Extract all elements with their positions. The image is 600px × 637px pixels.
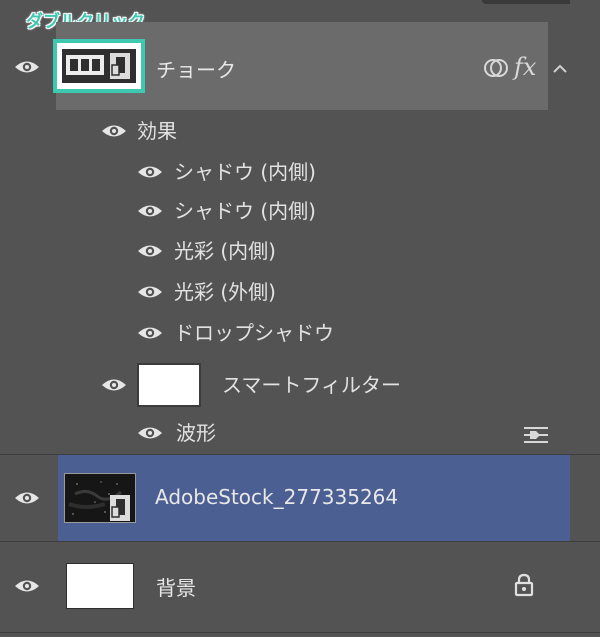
filter-options-icon[interactable]	[522, 425, 550, 449]
smart-filters-label[interactable]: スマートフィルター	[222, 369, 401, 398]
eye-icon[interactable]	[137, 425, 163, 441]
effect-drop-shadow[interactable]: ドロップシャドウ	[174, 317, 334, 346]
eye-icon[interactable]	[14, 578, 40, 594]
layer-name-adobestock[interactable]: AdobeStock_277335264	[155, 485, 398, 509]
eye-icon[interactable]	[137, 243, 163, 259]
layer-divider	[0, 632, 600, 633]
filter-wave[interactable]: 波形	[176, 417, 216, 446]
thumbnail-image	[62, 49, 136, 83]
layer-thumbnail-chalk[interactable]	[53, 39, 145, 93]
smart-object-icon	[110, 495, 130, 521]
eye-icon[interactable]	[137, 203, 163, 219]
effect-outer-glow[interactable]: 光彩 (外側)	[174, 276, 276, 305]
overlap-circles-icon[interactable]	[482, 55, 510, 85]
lock-icon[interactable]	[514, 573, 534, 601]
layers-panel: ダブルクリック チョーク fx 効果 シャドウ (内側) シャドウ (内	[0, 0, 600, 637]
effect-inner-shadow-1[interactable]: シャドウ (内側)	[174, 156, 316, 185]
layer-name-background[interactable]: 背景	[156, 572, 196, 601]
chalk-pattern	[66, 55, 104, 75]
eye-icon[interactable]	[101, 123, 127, 139]
layer-name-chalk[interactable]: チョーク	[156, 54, 236, 83]
eye-icon[interactable]	[137, 164, 163, 180]
eye-icon[interactable]	[14, 490, 40, 506]
eye-icon[interactable]	[137, 325, 163, 341]
eye-icon[interactable]	[137, 284, 163, 300]
smart-filter-mask-thumbnail[interactable]	[137, 363, 201, 407]
eye-icon[interactable]	[101, 377, 127, 393]
layer-thumbnail-background[interactable]	[66, 563, 134, 609]
fx-icon[interactable]: fx	[512, 52, 544, 86]
effect-inner-glow[interactable]: 光彩 (内側)	[174, 235, 276, 264]
effects-header[interactable]: 効果	[137, 115, 177, 144]
chevron-up-icon[interactable]	[552, 60, 568, 79]
svg-text:fx: fx	[512, 53, 537, 81]
smart-object-icon	[110, 53, 130, 79]
eye-icon[interactable]	[14, 59, 40, 75]
effect-inner-shadow-2[interactable]: シャドウ (内側)	[174, 195, 316, 224]
